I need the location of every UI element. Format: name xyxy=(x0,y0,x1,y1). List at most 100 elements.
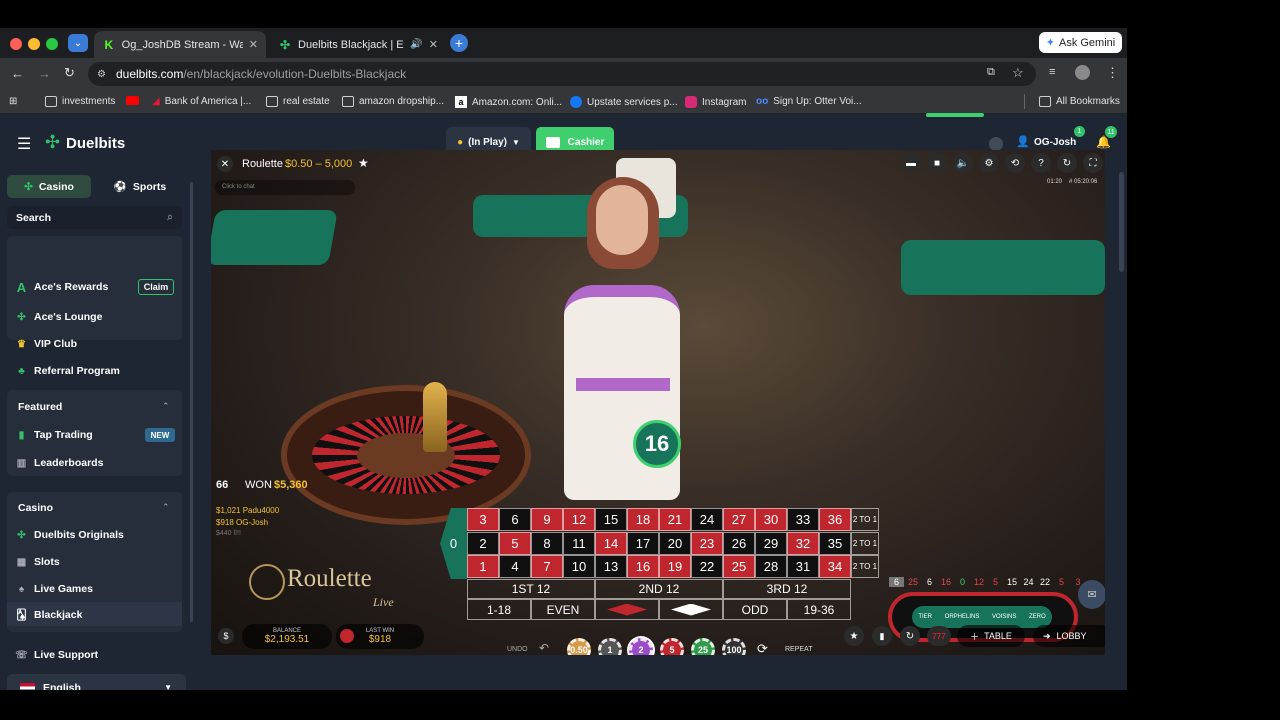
bet-number-34[interactable]: 34 xyxy=(819,555,851,578)
bookmark-real-estate[interactable]: real estate xyxy=(266,96,330,107)
all-bookmarks[interactable]: All Bookmarks xyxy=(1039,96,1120,107)
claim-button[interactable]: Claim xyxy=(138,279,174,295)
bet-number-1[interactable]: 1 xyxy=(467,555,499,578)
reload-bets-icon[interactable]: ↻ xyxy=(900,626,920,646)
chip-5[interactable]: 5 xyxy=(660,638,684,655)
bet-column[interactable]: 2 TO 1 xyxy=(851,508,879,531)
bet-number-32[interactable]: 32 xyxy=(787,531,819,555)
media-control-icon[interactable]: ≡ xyxy=(1049,66,1055,78)
close-game-button[interactable]: ✕ xyxy=(217,156,233,172)
help-icon[interactable]: ? xyxy=(1031,153,1051,173)
racetrack-tier[interactable]: TIER xyxy=(918,614,932,620)
bet-outside[interactable]: ODD xyxy=(723,599,787,620)
tab-duelbits[interactable]: ✣ Duelbits Blackjack | Evolutio 🔊 ✕ xyxy=(270,31,446,58)
sidebar-scrollbar[interactable] xyxy=(190,182,193,622)
fullscreen-icon[interactable]: ⛶ xyxy=(1083,153,1103,173)
statistics-icon[interactable]: ▮ xyxy=(872,626,892,646)
back-arrow-icon[interactable]: ← xyxy=(11,66,24,81)
minimize-window-button[interactable] xyxy=(28,38,40,50)
chip-1[interactable]: 1 xyxy=(598,638,622,655)
bet-number-24[interactable]: 24 xyxy=(691,508,723,531)
sidebar-item-referral[interactable]: ♣ Referral Program xyxy=(16,365,120,377)
bet-number-9[interactable]: 9 xyxy=(531,508,563,531)
chat-toggle-icon[interactable]: ▬ xyxy=(901,153,921,173)
profile-avatar[interactable] xyxy=(1075,65,1090,80)
dollar-icon[interactable]: $ xyxy=(218,628,234,644)
browser-menu-icon[interactable]: ⋮ xyxy=(1106,65,1119,81)
bet-number-27[interactable]: 27 xyxy=(723,508,755,531)
reload-icon[interactable]: ↻ xyxy=(64,65,75,81)
tab-sports[interactable]: ⚽ Sports xyxy=(98,175,182,198)
bookmark-amazon-dropship[interactable]: amazon dropship... xyxy=(342,96,444,107)
bet-number-25[interactable]: 25 xyxy=(723,555,755,578)
bet-number-31[interactable]: 31 xyxy=(787,555,819,578)
sidebar-item-aces-lounge[interactable]: ✣ Ace's Lounge xyxy=(16,311,102,323)
bet-number-11[interactable]: 11 xyxy=(563,531,595,555)
chip-100[interactable]: 100 xyxy=(722,638,746,655)
brand-name[interactable]: Duelbits xyxy=(66,135,125,152)
chip-25[interactable]: 25 xyxy=(691,638,715,655)
tab-casino[interactable]: ✣ Casino xyxy=(7,175,91,198)
bet-outside[interactable]: 19-36 xyxy=(787,599,851,620)
bet-number-36[interactable]: 36 xyxy=(819,508,851,531)
chat-input[interactable]: Click to chat xyxy=(215,180,355,195)
bet-number-20[interactable]: 20 xyxy=(659,531,691,555)
audio-playing-icon[interactable]: 🔊 xyxy=(410,39,422,50)
bet-number-33[interactable]: 33 xyxy=(787,508,819,531)
apps-grid-icon[interactable]: ⊞ xyxy=(9,96,17,107)
bet-number-6[interactable]: 6 xyxy=(499,508,531,531)
settings-icon[interactable]: ⚙ xyxy=(979,153,999,173)
bet-number-21[interactable]: 21 xyxy=(659,508,691,531)
bet-column[interactable]: 2 TO 1 xyxy=(851,531,879,555)
bet-number-22[interactable]: 22 xyxy=(691,555,723,578)
chevron-up-icon[interactable]: ⌃ xyxy=(162,401,170,412)
bet-dozen[interactable]: 3RD 12 xyxy=(723,579,851,599)
forward-arrow-icon[interactable]: → xyxy=(38,66,51,81)
tab-search-button[interactable]: ⌄ xyxy=(68,34,88,52)
bet-number-10[interactable]: 10 xyxy=(563,555,595,578)
bet-outside[interactable]: EVEN xyxy=(531,599,595,620)
bookmark-youtube[interactable] xyxy=(126,96,139,105)
bet-red[interactable] xyxy=(595,599,659,620)
repeat-icon[interactable]: ⟳ xyxy=(757,641,768,655)
sidebar-item-vip-club[interactable]: ♛ VIP Club xyxy=(16,338,77,350)
favorite-star-icon[interactable]: ★ xyxy=(358,156,369,170)
history-icon[interactable]: ⟲ xyxy=(1005,153,1025,173)
bet-dozen[interactable]: 2ND 12 xyxy=(595,579,723,599)
bookmark-investments[interactable]: investments xyxy=(45,96,115,107)
sidebar-item-blackjack[interactable]: 🂡 Blackjack xyxy=(16,609,82,621)
bet-number-14[interactable]: 14 xyxy=(595,531,627,555)
bet-number-26[interactable]: 26 xyxy=(723,531,755,555)
sidebar-item-slots[interactable]: ▦ Slots xyxy=(16,556,60,568)
sidebar-item-aces-rewards[interactable]: A Ace's Rewards xyxy=(16,280,109,295)
bet-number-28[interactable]: 28 xyxy=(755,555,787,578)
sidebar-item-live-games[interactable]: ♠ Live Games xyxy=(16,583,93,595)
close-tab-icon[interactable]: ✕ xyxy=(249,38,258,51)
bet-black[interactable] xyxy=(659,599,723,620)
bet-number-8[interactable]: 8 xyxy=(531,531,563,555)
language-selector[interactable]: English ▼ xyxy=(7,674,186,690)
bet-dozen[interactable]: 1ST 12 xyxy=(467,579,595,599)
sidebar-item-tap-trading[interactable]: ▮ Tap Trading xyxy=(16,429,93,441)
address-bar[interactable]: ⚙ duelbits.com /en/blackjack/evolution-D… xyxy=(88,62,1036,86)
ask-gemini-button[interactable]: ✦ Ask Gemini xyxy=(1039,32,1122,53)
install-app-icon[interactable]: ⧉ xyxy=(987,66,995,79)
bet-number-16[interactable]: 16 xyxy=(627,555,659,578)
bet-number-35[interactable]: 35 xyxy=(819,531,851,555)
sidebar-item-leaderboards[interactable]: ▥ Leaderboards xyxy=(16,457,104,469)
favorites-star-button[interactable]: ★ xyxy=(844,626,864,646)
bet-number-17[interactable]: 17 xyxy=(627,531,659,555)
tab-kick-stream[interactable]: K Og_JoshDB Stream - Watch Li ✕ xyxy=(94,31,266,58)
bet-number-7[interactable]: 7 xyxy=(531,555,563,578)
bookmark-amazon[interactable]: a Amazon.com: Onli... xyxy=(455,96,562,108)
bet-number-18[interactable]: 18 xyxy=(627,508,659,531)
bookmark-otter[interactable]: oo Sign Up: Otter Voi... xyxy=(756,96,862,107)
bet-number-4[interactable]: 4 xyxy=(499,555,531,578)
bookmark-upstate[interactable]: Upstate services p... xyxy=(570,96,678,108)
bet-column[interactable]: 2 TO 1 xyxy=(851,555,879,578)
maximize-window-button[interactable] xyxy=(46,38,58,50)
new-tab-button[interactable]: + xyxy=(450,34,468,52)
close-tab-icon[interactable]: ✕ xyxy=(429,38,438,51)
bookmark-bank-of-america[interactable]: ◢ Bank of America |... xyxy=(152,96,251,107)
racetrack-orphelins[interactable]: ORPHELINS xyxy=(945,614,980,620)
